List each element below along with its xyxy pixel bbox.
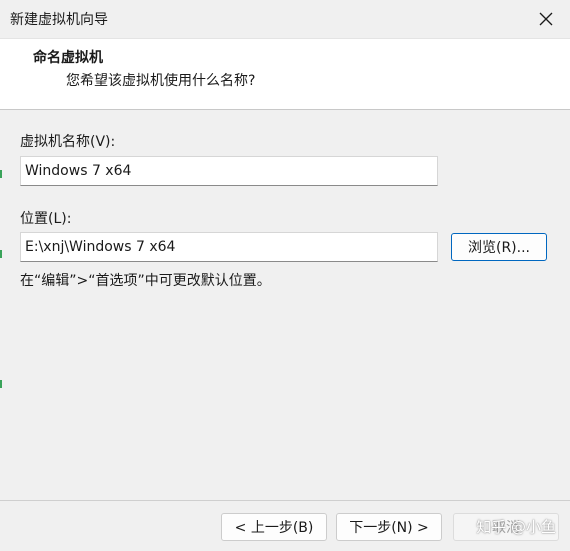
window-title: 新建虚拟机向导 (10, 12, 108, 28)
vm-name-label: 虚拟机名称(V): (20, 134, 116, 150)
location-input[interactable]: E:\xnj\Windows 7 x64 (20, 232, 438, 262)
footer-divider (0, 500, 570, 501)
title-bar: 新建虚拟机向导 (0, 0, 570, 39)
location-hint: 在“编辑”>“首选项”中可更改默认位置。 (20, 273, 271, 289)
vm-name-input[interactable]: Windows 7 x64 (20, 156, 438, 186)
wizard-header: 命名虚拟机 您希望该虚拟机使用什么名称? (0, 39, 570, 110)
next-button[interactable]: 下一步(N) > (336, 513, 442, 541)
edge-marks (0, 110, 3, 500)
location-label: 位置(L): (20, 211, 72, 227)
page-title: 命名虚拟机 (33, 50, 103, 66)
watermark: 知乎 @小鱼 (476, 518, 556, 536)
close-button[interactable] (532, 5, 560, 33)
back-button[interactable]: < 上一步(B) (221, 513, 327, 541)
close-icon (539, 12, 553, 26)
browse-button[interactable]: 浏览(R)... (451, 233, 547, 261)
page-subtitle: 您希望该虚拟机使用什么名称? (66, 73, 256, 89)
